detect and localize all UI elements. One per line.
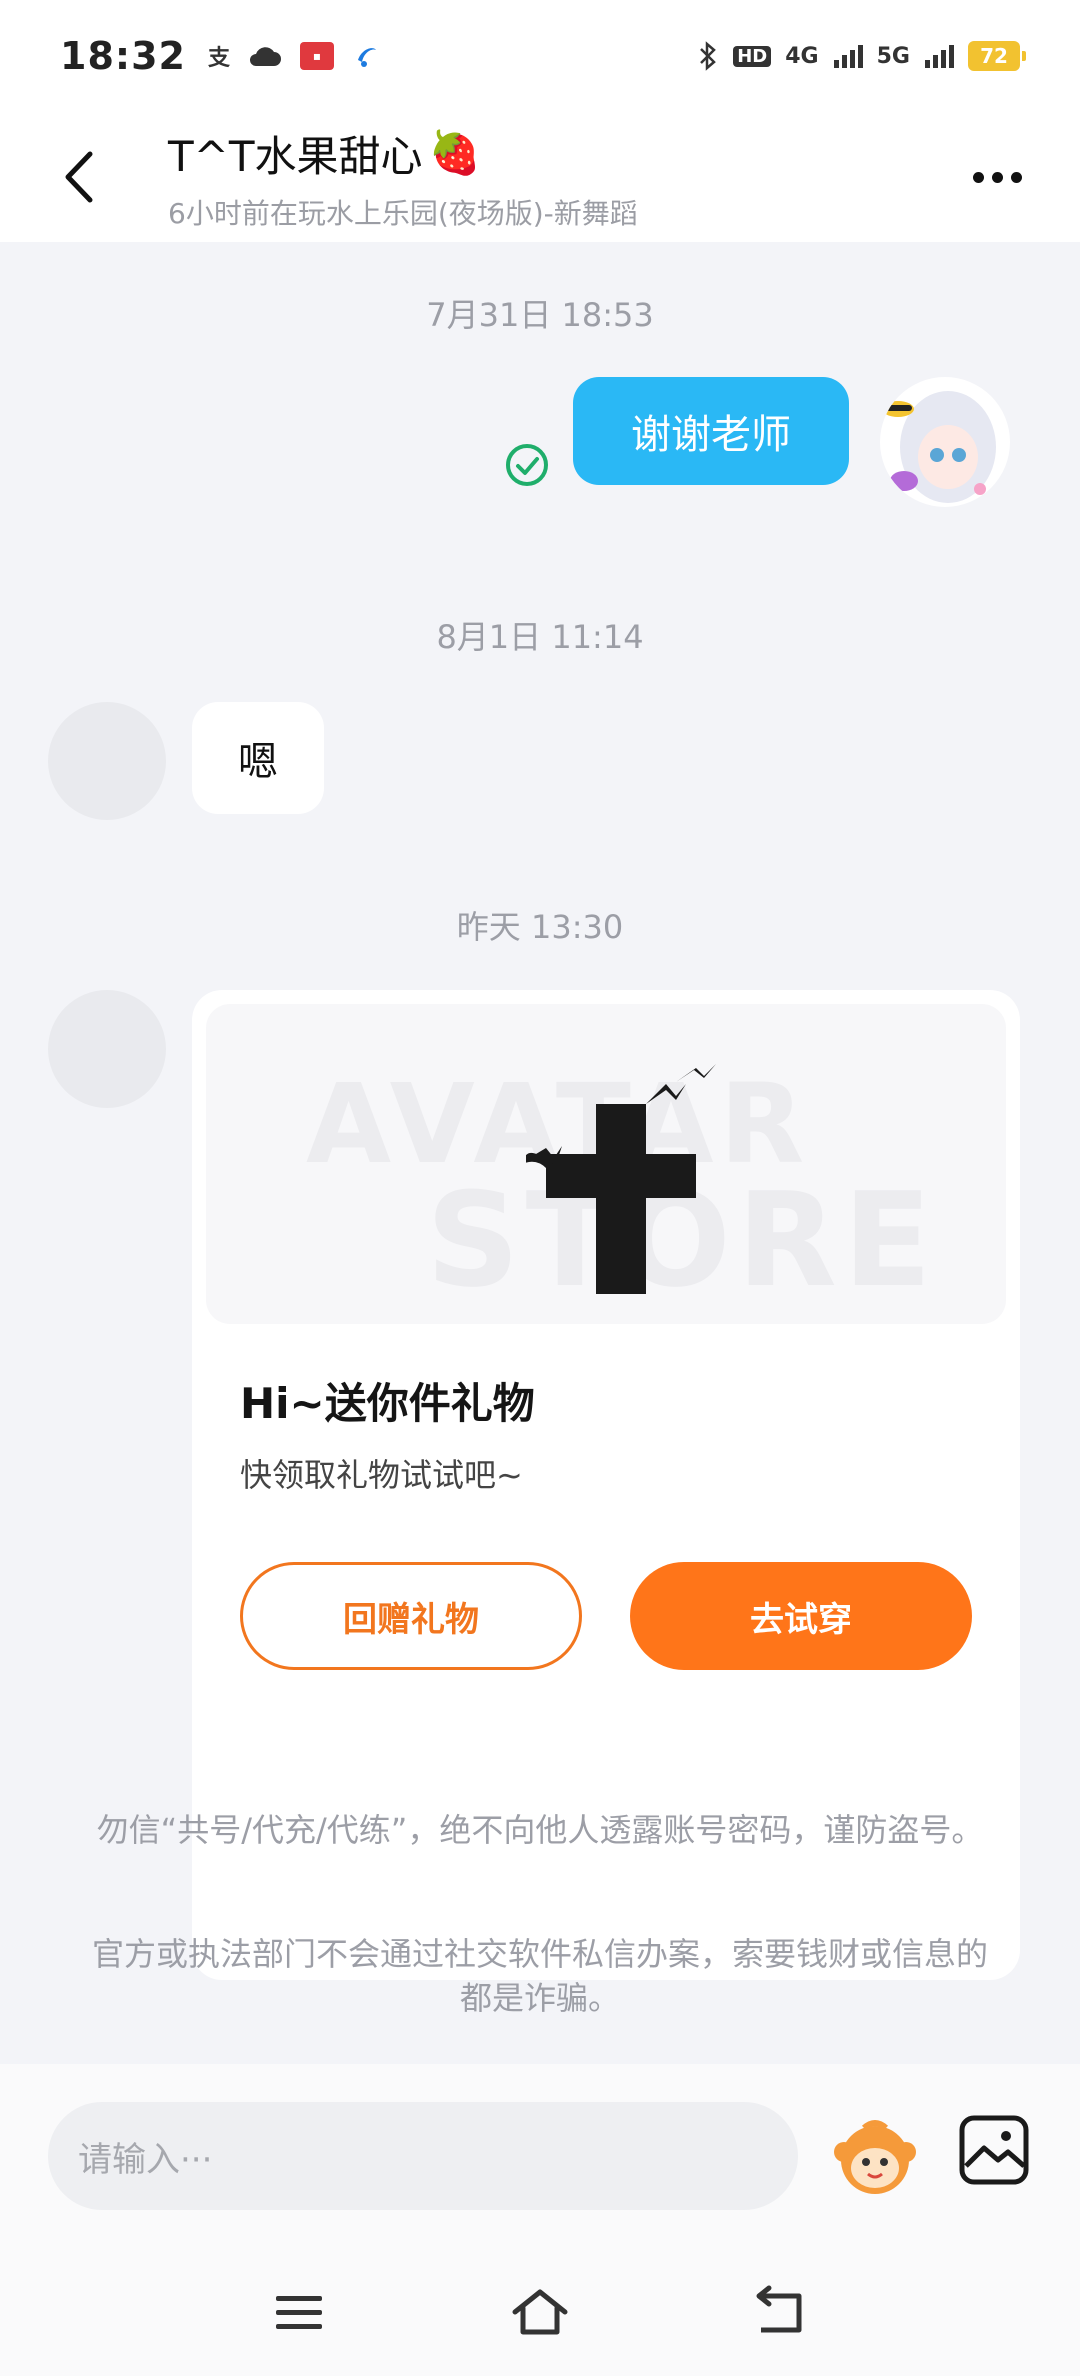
- timestamp: 8月1日 11:14: [436, 618, 644, 656]
- try-on-button[interactable]: 去试穿: [630, 1562, 972, 1670]
- gift-description: 快领取礼物试试吧~: [240, 1456, 523, 1494]
- telecom-icon: [357, 48, 376, 67]
- signal-icon: [925, 45, 954, 68]
- gift-title: Hi~送你件礼物: [240, 1379, 535, 1428]
- more-button[interactable]: [962, 147, 1032, 207]
- cloud-icon: [249, 47, 281, 66]
- news-app-icon: ▪: [299, 42, 334, 70]
- image-icon[interactable]: [958, 2114, 1030, 2186]
- message-input[interactable]: 请输入···: [48, 2102, 798, 2210]
- back-button[interactable]: [30, 127, 130, 227]
- input-bar: 请输入···: [0, 2064, 1080, 2244]
- menu-icon[interactable]: [264, 2282, 334, 2342]
- chat-screen: 18:32 支 ▪ HD 4G 5G 72 T^T水果甜心 🍓 6小时前在玩水上: [0, 0, 1080, 2376]
- status-right-icons: HD 4G 5G 72: [697, 40, 1026, 72]
- alipay-icon: 支: [207, 46, 230, 71]
- return-gift-button[interactable]: 回赠礼物: [240, 1562, 582, 1670]
- status-left-icons: 支 ▪: [208, 40, 380, 72]
- security-notice: 勿信“共号/代充/代练”，绝不向他人透露账号密码，谨防盗号。: [96, 1811, 984, 1849]
- message-list[interactable]: 7月31日 18:53 谢谢老师 8月1日 11:14 嗯 昨天 13:30 A…: [0, 242, 1080, 2064]
- chat-title-block[interactable]: T^T水果甜心 🍓 6小时前在玩水上乐园(夜场版)-新舞蹈: [168, 123, 638, 232]
- peer-avatar[interactable]: [48, 990, 166, 1108]
- cross-bats-icon: [526, 1064, 716, 1294]
- bluetooth-icon: [700, 41, 717, 71]
- home-icon[interactable]: [505, 2282, 575, 2342]
- contact-name: T^T水果甜心: [168, 131, 423, 181]
- battery-icon: 72: [968, 41, 1026, 71]
- signal-5g-icon: 5G: [876, 43, 910, 69]
- back-nav-icon[interactable]: [745, 2282, 815, 2342]
- dot-icon: [1010, 171, 1022, 183]
- timestamp: 7月31日 18:53: [426, 296, 654, 334]
- my-avatar[interactable]: [880, 377, 1010, 507]
- strawberry-icon: 🍓: [428, 128, 481, 177]
- chevron-left-icon: [65, 151, 93, 203]
- status-bar: 18:32 支 ▪ HD 4G 5G 72: [0, 0, 1080, 112]
- dot-icon: [972, 171, 984, 183]
- signal-4g-icon: 4G: [785, 43, 819, 69]
- anime-avatar-image: [880, 377, 1010, 507]
- dot-icon: [991, 171, 1003, 183]
- timestamp: 昨天 13:30: [456, 908, 624, 946]
- outgoing-message-bubble[interactable]: 谢谢老师: [573, 377, 849, 485]
- emoji-button[interactable]: [830, 2112, 920, 2202]
- hd-icon: HD: [733, 45, 772, 67]
- peer-avatar[interactable]: [48, 702, 166, 820]
- chat-header: T^T水果甜心 🍓 6小时前在玩水上乐园(夜场版)-新舞蹈: [0, 112, 1080, 242]
- signal-icon: [833, 45, 863, 68]
- fraud-notice: 官方或执法部门不会通过社交软件私信办案，索要钱财或信息的都是诈骗。: [91, 1935, 988, 2017]
- gift-preview-image[interactable]: AVATAR STORE: [206, 1004, 1006, 1324]
- system-nav-bar: [0, 2244, 1080, 2376]
- input-placeholder: 请输入···: [78, 2139, 213, 2180]
- status-time: 18:32: [60, 34, 186, 78]
- chat-title: T^T水果甜心 🍓: [168, 123, 638, 184]
- contact-status: 6小时前在玩水上乐园(夜场版)-新舞蹈: [168, 196, 638, 230]
- sent-check-icon: [506, 444, 548, 486]
- incoming-message-bubble[interactable]: 嗯: [192, 702, 324, 814]
